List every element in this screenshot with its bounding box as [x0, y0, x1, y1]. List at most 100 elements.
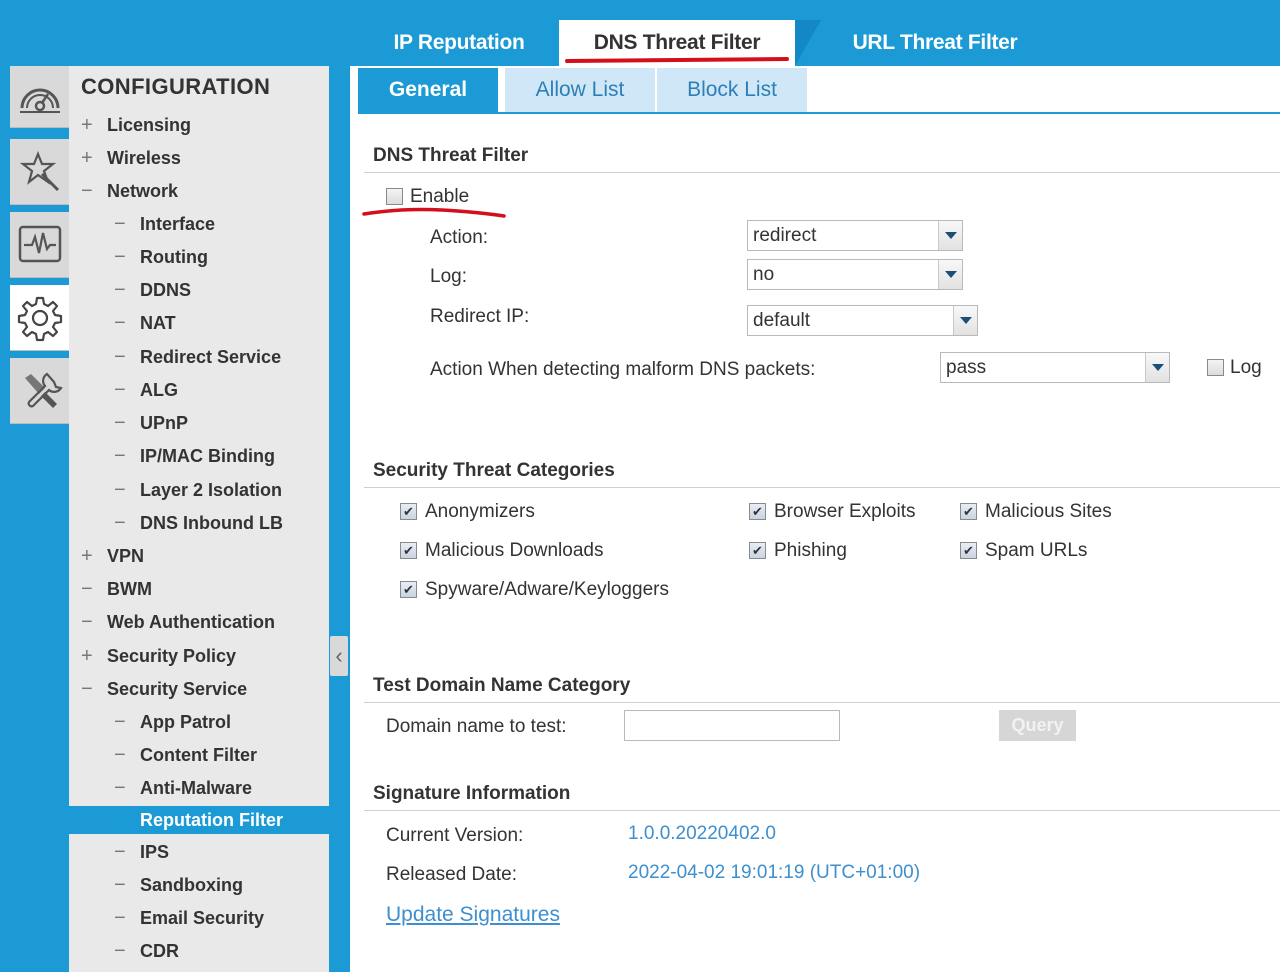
tree-dash-icon: −: [114, 312, 126, 334]
redirect-ip-label: Redirect IP:: [430, 306, 530, 327]
nav-item-interface[interactable]: − Interface: [114, 210, 215, 238]
browser-exploits-checkbox[interactable]: ✔: [749, 503, 766, 520]
nav-item-web-authentication[interactable]: − Web Authentication: [81, 608, 275, 636]
collapse-minus-icon: −: [81, 678, 93, 700]
nav-item-nat[interactable]: − NAT: [114, 309, 176, 337]
nav-item-reputation-filter[interactable]: − Reputation Filter: [69, 806, 329, 834]
nav-title: CONFIGURATION: [81, 74, 271, 99]
maintenance-tools-icon[interactable]: [10, 358, 69, 424]
nav-item-vpn[interactable]: + VPN: [81, 542, 144, 570]
nav-item-layer2-isolation[interactable]: − Layer 2 Isolation: [114, 476, 282, 504]
monitor-icon[interactable]: [10, 212, 69, 278]
tree-dash-icon: −: [114, 379, 126, 401]
nav-item-upnp[interactable]: − UPnP: [114, 409, 188, 437]
domain-to-test-input[interactable]: [624, 710, 840, 741]
section-security-threat-categories: Security Threat Categories: [364, 454, 1280, 488]
tree-dash-icon: −: [114, 279, 126, 301]
query-button[interactable]: Query: [999, 710, 1076, 741]
nav-item-network[interactable]: − Network: [81, 177, 178, 205]
section-test-domain: Test Domain Name Category: [364, 669, 1280, 703]
log-select[interactable]: no: [747, 259, 963, 290]
nav-item-licensing[interactable]: + Licensing: [81, 111, 191, 139]
malform-log-label: Log: [1230, 357, 1262, 378]
redirect-ip-select[interactable]: default: [747, 305, 978, 336]
browser-exploits-label: Browser Exploits: [774, 501, 916, 522]
malicious-sites-checkbox[interactable]: ✔: [960, 503, 977, 520]
nav-item-redirect-service[interactable]: − Redirect Service: [114, 343, 281, 371]
red-annotation-underline-enable: [362, 207, 506, 218]
spam-urls-checkbox[interactable]: ✔: [960, 542, 977, 559]
section-dns-threat-filter: DNS Threat Filter: [364, 139, 1280, 173]
nav-item-bwm[interactable]: − BWM: [81, 575, 152, 603]
action-select[interactable]: redirect: [747, 220, 963, 251]
malicious-downloads-label: Malicious Downloads: [425, 540, 604, 561]
subtab-allow-list[interactable]: Allow List: [505, 68, 655, 112]
nav-item-email-security[interactable]: − Email Security: [114, 904, 264, 932]
nav-item-cdr[interactable]: − CDR: [114, 937, 179, 965]
tree-dash-icon: −: [114, 213, 126, 235]
section-signature-information: Signature Information: [364, 777, 1280, 811]
malform-log-checkbox[interactable]: [1207, 359, 1224, 376]
main-content: General Allow List Block List DNS Threat…: [350, 66, 1280, 972]
tree-dash-icon: −: [114, 445, 126, 467]
dashboard-icon[interactable]: [10, 66, 69, 128]
nav-item-routing[interactable]: − Routing: [114, 243, 208, 271]
phishing-checkbox[interactable]: ✔: [749, 542, 766, 559]
nav-item-ddns[interactable]: − DDNS: [114, 276, 191, 304]
nav-item-security-service[interactable]: − Security Service: [81, 675, 247, 703]
nav-item-alg[interactable]: − ALG: [114, 376, 178, 404]
released-date-value: 2022-04-02 19:01:19 (UTC+01:00): [628, 862, 921, 883]
domain-to-test-label: Domain name to test:: [386, 716, 567, 737]
subtab-general[interactable]: General: [358, 68, 498, 112]
tree-dash-icon: −: [114, 777, 126, 799]
nav-item-sandboxing[interactable]: − Sandboxing: [114, 871, 243, 899]
spyware-checkbox[interactable]: ✔: [400, 581, 417, 598]
nav-item-anti-malware[interactable]: − Anti-Malware: [114, 774, 252, 802]
tree-dash-icon: −: [114, 744, 126, 766]
malform-action-select[interactable]: pass: [940, 352, 1170, 383]
enable-checkbox[interactable]: [386, 188, 403, 205]
spam-urls-label: Spam URLs: [985, 540, 1088, 561]
tab-ip-reputation[interactable]: IP Reputation: [360, 20, 558, 66]
released-date-label: Released Date:: [386, 864, 517, 885]
current-version-label: Current Version:: [386, 825, 524, 846]
nav-item-ip-mac-binding[interactable]: − IP/MAC Binding: [114, 442, 275, 470]
chevron-down-icon: [938, 221, 962, 250]
nav-item-security-policy[interactable]: + Security Policy: [81, 642, 236, 670]
nav-item-dns-inbound-lb[interactable]: − DNS Inbound LB: [114, 509, 283, 537]
subtab-block-list[interactable]: Block List: [657, 68, 807, 112]
anonymizers-checkbox[interactable]: ✔: [400, 503, 417, 520]
malform-action-label: Action When detecting malform DNS packet…: [430, 359, 816, 380]
chevron-down-icon: [1145, 353, 1169, 382]
current-version-value: 1.0.0.20220402.0: [628, 823, 776, 844]
action-label: Action:: [430, 227, 489, 248]
nav-item-wireless[interactable]: + Wireless: [81, 144, 181, 172]
quick-setup-wand-icon[interactable]: [10, 139, 69, 205]
nav-item-ips[interactable]: − IPS: [114, 838, 169, 866]
expand-plus-icon: +: [81, 545, 93, 567]
enable-label: Enable: [410, 186, 470, 207]
log-label: Log:: [430, 266, 467, 287]
tree-dash-icon: −: [114, 809, 126, 831]
expand-plus-icon: +: [81, 645, 93, 667]
nav-item-app-patrol[interactable]: − App Patrol: [114, 708, 231, 736]
chevron-left-icon: ‹: [335, 643, 343, 668]
tree-dash-icon: −: [114, 512, 126, 534]
expand-plus-icon: +: [81, 147, 93, 169]
tree-dash-icon: −: [81, 578, 93, 600]
update-signatures-link[interactable]: Update Signatures: [386, 903, 560, 927]
tree-dash-icon: −: [114, 874, 126, 896]
tree-dash-icon: −: [114, 841, 126, 863]
collapse-panel-handle[interactable]: ‹: [330, 636, 348, 676]
gear-icon[interactable]: [10, 285, 70, 351]
anonymizers-label: Anonymizers: [425, 501, 535, 522]
nav-item-content-filter[interactable]: − Content Filter: [114, 741, 257, 769]
malicious-sites-label: Malicious Sites: [985, 501, 1112, 522]
spyware-label: Spyware/Adware/Keyloggers: [425, 579, 669, 600]
expand-plus-icon: +: [81, 114, 93, 136]
tab-url-threat-filter[interactable]: URL Threat Filter: [820, 20, 1050, 66]
collapse-minus-icon: −: [81, 180, 93, 202]
chevron-down-icon: [938, 260, 962, 289]
malicious-downloads-checkbox[interactable]: ✔: [400, 542, 417, 559]
tree-dash-icon: −: [114, 479, 126, 501]
